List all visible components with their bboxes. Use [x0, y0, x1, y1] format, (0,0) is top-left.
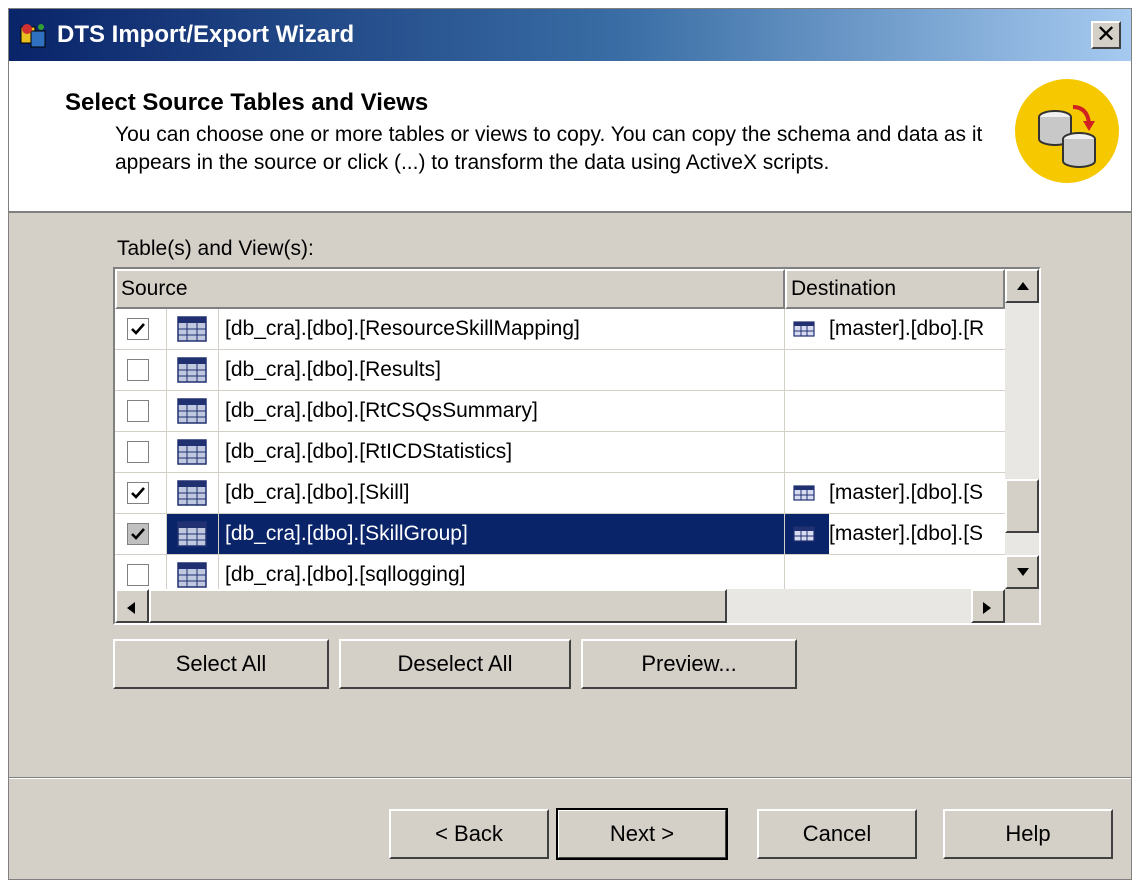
- table-type-cell: [167, 432, 219, 472]
- table-row[interactable]: [db_cra].[dbo].[RtICDStatistics]: [115, 432, 1005, 473]
- vertical-scrollbar[interactable]: [1005, 269, 1039, 589]
- row-checkbox-cell: [115, 309, 167, 349]
- vertical-scroll-thumb[interactable]: [1005, 479, 1039, 533]
- destination-icon-cell: [785, 514, 829, 554]
- row-checkbox-cell: [115, 432, 167, 472]
- row-checkbox[interactable]: [127, 318, 149, 340]
- table-row[interactable]: [db_cra].[dbo].[RtCSQsSummary]: [115, 391, 1005, 432]
- table-icon: [177, 480, 207, 511]
- column-header-destination[interactable]: Destination: [785, 269, 1005, 309]
- destination-icon-cell: [785, 432, 829, 472]
- source-table-name: [db_cra].[dbo].[Results]: [219, 350, 785, 390]
- destination-icon-cell: [785, 473, 829, 513]
- scroll-right-button[interactable]: [971, 589, 1005, 623]
- source-table-name: [db_cra].[dbo].[Skill]: [219, 473, 785, 513]
- scroll-up-button[interactable]: [1005, 269, 1039, 303]
- arrow-up-icon: [1017, 282, 1029, 290]
- tables-grid[interactable]: Source Destination [db_cra].[dbo].[Resou…: [113, 267, 1041, 625]
- horizontal-scroll-thumb[interactable]: [149, 589, 727, 623]
- table-icon: [177, 316, 207, 347]
- table-row[interactable]: [db_cra].[dbo].[Results]: [115, 350, 1005, 391]
- destination-icon-cell: [785, 391, 829, 431]
- row-checkbox-cell: [115, 514, 167, 554]
- row-checkbox[interactable]: [127, 523, 149, 545]
- row-checkbox[interactable]: [127, 482, 149, 504]
- back-button[interactable]: < Back: [389, 809, 549, 859]
- column-header-source[interactable]: Source: [115, 269, 785, 309]
- page-title: Select Source Tables and Views: [65, 89, 429, 116]
- destination-icon-cell: [785, 309, 829, 349]
- wizard-header: Select Source Tables and Views You can c…: [9, 61, 1131, 213]
- source-table-name: [db_cra].[dbo].[SkillGroup]: [219, 514, 785, 554]
- close-button[interactable]: ✕: [1091, 21, 1121, 49]
- destination-table-name[interactable]: [master].[dbo].[S: [829, 514, 1005, 554]
- row-checkbox[interactable]: [127, 359, 149, 381]
- database-transfer-icon: [1015, 79, 1119, 183]
- table-icon: [177, 357, 207, 388]
- table-icon: [177, 521, 207, 552]
- table-row[interactable]: [db_cra].[dbo].[ResourceSkillMapping] [ma…: [115, 309, 1005, 350]
- table-row[interactable]: [db_cra].[dbo].[SkillGroup] [master].[dbo…: [115, 514, 1005, 555]
- row-checkbox-cell: [115, 391, 167, 431]
- destination-table-name[interactable]: [master].[dbo].[S: [829, 473, 1005, 513]
- source-table-name: [db_cra].[dbo].[RtCSQsSummary]: [219, 391, 785, 431]
- window-title: DTS Import/Export Wizard: [57, 21, 355, 48]
- table-type-cell: [167, 309, 219, 349]
- destination-icon-cell: [785, 350, 829, 390]
- table-type-cell: [167, 350, 219, 390]
- destination-table-name[interactable]: [829, 432, 1005, 472]
- destination-table-name[interactable]: [829, 350, 1005, 390]
- preview-button[interactable]: Preview...: [581, 639, 797, 689]
- dts-wizard-icon: [20, 24, 46, 48]
- arrow-down-icon: [1017, 568, 1029, 576]
- source-table-name: [db_cra].[dbo].[RtICDStatistics]: [219, 432, 785, 472]
- scrollbar-corner: [1005, 589, 1039, 623]
- deselect-all-button[interactable]: Deselect All: [339, 639, 571, 689]
- select-all-button[interactable]: Select All: [113, 639, 329, 689]
- destination-table-name[interactable]: [829, 391, 1005, 431]
- next-button[interactable]: Next >: [556, 808, 728, 860]
- arrow-right-icon: [983, 602, 991, 614]
- destination-table-name[interactable]: [master].[dbo].[R: [829, 309, 1005, 349]
- table-icon: [177, 439, 207, 470]
- title-bar: DTS Import/Export Wizard ✕: [9, 9, 1131, 61]
- row-checkbox[interactable]: [127, 400, 149, 422]
- source-table-name: [db_cra].[dbo].[ResourceSkillMapping]: [219, 309, 785, 349]
- wizard-window: DTS Import/Export Wizard ✕ Select Source…: [8, 8, 1132, 880]
- table-type-cell: [167, 391, 219, 431]
- table-type-cell: [167, 473, 219, 513]
- help-button[interactable]: Help: [943, 809, 1113, 859]
- row-checkbox-cell: [115, 350, 167, 390]
- scroll-down-button[interactable]: [1005, 555, 1039, 589]
- row-checkbox-cell: [115, 473, 167, 513]
- table-type-cell: [167, 514, 219, 554]
- table-icon: [177, 398, 207, 429]
- row-checkbox[interactable]: [127, 441, 149, 463]
- tables-views-label: Table(s) and View(s):: [117, 237, 314, 260]
- row-checkbox[interactable]: [127, 564, 149, 586]
- arrow-left-icon: [127, 602, 135, 614]
- cancel-button[interactable]: Cancel: [757, 809, 917, 859]
- scroll-left-button[interactable]: [115, 589, 149, 623]
- horizontal-scrollbar[interactable]: [115, 589, 1005, 623]
- table-row[interactable]: [db_cra].[dbo].[Skill] [master].[dbo].[S: [115, 473, 1005, 514]
- footer-separator: [9, 777, 1131, 779]
- page-description: You can choose one or more tables or vie…: [115, 123, 983, 174]
